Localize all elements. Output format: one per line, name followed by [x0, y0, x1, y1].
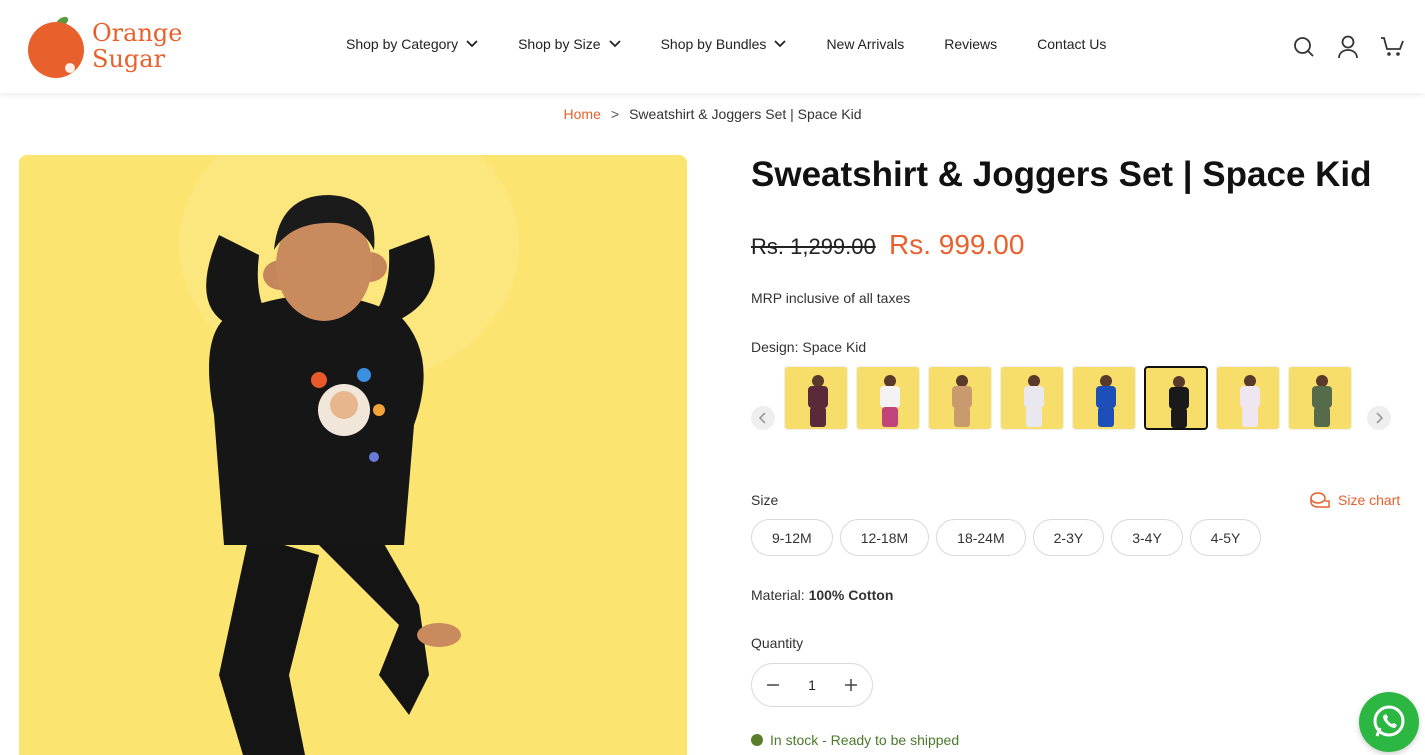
nav-new-arrivals[interactable]: New Arrivals [826, 36, 904, 52]
design-swatch[interactable] [1000, 366, 1064, 430]
search-icon [1294, 37, 1314, 57]
sale-price: Rs. 999.00 [889, 229, 1025, 260]
nav-shop-by-bundles[interactable]: Shop by Bundles [661, 36, 787, 52]
nav-label: New Arrivals [826, 36, 905, 52]
nav-label: Contact Us [1037, 36, 1107, 52]
chevron-down-icon [608, 40, 621, 48]
measuring-tape-icon [1310, 492, 1330, 508]
material-prefix: Material: [751, 587, 805, 603]
swatch-prev-button[interactable] [751, 406, 775, 430]
main-nav: Shop by Category Shop by Size Shop by Bu… [346, 36, 1146, 52]
swatch-kid-top [1096, 386, 1116, 408]
chevron-down-icon [466, 40, 478, 48]
search-button[interactable] [1291, 34, 1317, 60]
swatch-kid-bottom [810, 407, 826, 427]
quantity-decrease-button[interactable] [766, 678, 780, 692]
design-swatch[interactable] [1072, 366, 1136, 430]
cart-icon [1381, 37, 1404, 56]
design-swatch[interactable] [1144, 366, 1208, 430]
brand-name-line1: Orange [92, 19, 183, 47]
account-icon [1338, 35, 1358, 59]
chevron-right-icon [1376, 412, 1383, 424]
size-option-4-5y[interactable]: 4-5Y [1189, 519, 1262, 556]
whatsapp-icon [1373, 705, 1405, 737]
nav-label: Shop by Category [346, 36, 459, 52]
breadcrumb: Home > Sweatshirt & Joggers Set | Space Ki… [0, 106, 1425, 122]
chevron-left-icon [759, 412, 766, 424]
plus-icon [845, 679, 857, 691]
stock-status: In stock - Ready to be shipped [751, 732, 959, 748]
size-chart-label: Size chart [1338, 492, 1401, 508]
quantity-stepper [751, 663, 873, 707]
nav-label: Shop by Size [518, 36, 601, 52]
design-swatch[interactable] [928, 366, 992, 430]
size-option-3-4y[interactable]: 3-4Y [1111, 519, 1183, 556]
orange-logo-icon [28, 16, 84, 78]
design-swatch[interactable] [784, 366, 848, 430]
size-option-18-24m[interactable]: 18-24M [936, 519, 1026, 556]
swatch-kid-bottom [954, 407, 970, 427]
original-price: Rs. 1,299.00 [751, 234, 876, 259]
size-chart-link[interactable]: Size chart [1310, 492, 1400, 508]
chevron-down-icon [774, 40, 787, 48]
minus-icon [767, 684, 779, 686]
brand-logo[interactable]: Orange Sugar [26, 14, 186, 80]
product-title: Sweatshirt & Joggers Set | Space Kid [751, 155, 1372, 194]
quantity-increase-button[interactable] [844, 678, 858, 692]
design-swatches [784, 366, 1360, 430]
nav-shop-by-category[interactable]: Shop by Category [346, 36, 478, 52]
header-actions [1273, 34, 1405, 60]
breadcrumb-current: Sweatshirt & Joggers Set | Space Kid [629, 106, 862, 122]
product-photo [19, 155, 687, 755]
swatch-kid-top [880, 386, 900, 408]
quantity-input[interactable] [797, 677, 827, 693]
brand-name-line2: Sugar [92, 45, 166, 73]
nav-contact-us[interactable]: Contact Us [1037, 36, 1106, 52]
size-option-9-12m[interactable]: 9-12M [751, 519, 833, 556]
whatsapp-chat-button[interactable] [1359, 692, 1419, 752]
design-swatch[interactable] [1216, 366, 1280, 430]
swatch-kid-bottom [1314, 407, 1330, 427]
cart-button[interactable] [1379, 34, 1405, 60]
size-option-2-3y[interactable]: 2-3Y [1032, 519, 1105, 556]
swatch-kid-bottom [1026, 407, 1042, 427]
swatch-kid-top [1312, 386, 1332, 408]
nav-shop-by-size[interactable]: Shop by Size [518, 36, 621, 52]
design-label: Design: Space Kid [751, 339, 867, 355]
brand-name: Orange Sugar [92, 20, 182, 72]
stock-text: In stock - Ready to be shipped [770, 732, 960, 748]
swatch-kid-bottom [1171, 408, 1187, 428]
swatch-kid-top [952, 386, 972, 408]
material-value: 100% Cotton [808, 587, 894, 603]
nav-label: Reviews [944, 36, 998, 52]
tax-note: MRP inclusive of all taxes [751, 290, 911, 306]
design-swatch[interactable] [1288, 366, 1352, 430]
nav-label: Shop by Bundles [660, 36, 767, 52]
swatch-kid-top [1169, 387, 1189, 409]
design-swatch[interactable] [856, 366, 920, 430]
swatch-kid-bottom [882, 407, 898, 427]
size-options: 9-12M 12-18M 18-24M 2-3Y 3-4Y 4-5Y [751, 519, 1268, 556]
size-label: Size [751, 492, 779, 508]
product-main-image[interactable] [19, 155, 687, 755]
breadcrumb-home[interactable]: Home [564, 106, 601, 122]
account-button[interactable] [1335, 34, 1361, 60]
swatch-kid-bottom [1242, 407, 1258, 427]
quantity-label: Quantity [751, 635, 804, 651]
swatch-kid-top [1024, 386, 1044, 408]
nav-reviews[interactable]: Reviews [944, 36, 997, 52]
in-stock-dot-icon [751, 734, 763, 746]
breadcrumb-separator: > [610, 106, 620, 122]
swatch-kid-top [1240, 386, 1260, 408]
site-header: Orange Sugar Shop by Category Shop by Si… [0, 0, 1425, 93]
size-option-12-18m[interactable]: 12-18M [839, 519, 930, 556]
material-info: Material: 100% Cotton [751, 587, 893, 603]
swatch-next-button[interactable] [1367, 406, 1391, 430]
swatch-kid-top [808, 386, 828, 408]
swatch-kid-bottom [1098, 407, 1114, 427]
